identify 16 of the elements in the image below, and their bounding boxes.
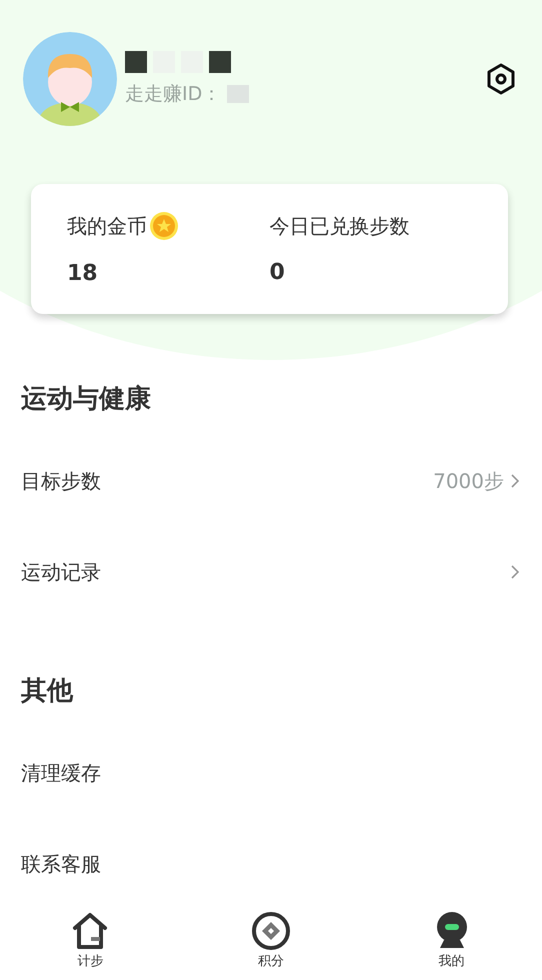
user-id-label: 走走赚ID： <box>125 82 222 107</box>
nav-tab[interactable]: 我的 <box>361 910 542 976</box>
menu-item[interactable]: 运动记录 <box>21 558 101 586</box>
menu-value: 7000步 <box>433 468 504 495</box>
redacted-id <box>227 85 250 103</box>
section-title: 运动与健康 <box>20 382 152 416</box>
menu-item[interactable]: 联系客服 <box>21 851 101 878</box>
nav-tab[interactable]: 计步 <box>0 910 181 976</box>
stat-label: 我的金币 <box>67 212 147 240</box>
menu-item[interactable]: 清理缓存 <box>21 760 101 788</box>
section-title: 其他 <box>20 674 74 708</box>
stat-value: 18 <box>67 261 99 286</box>
nav-tab[interactable]: 积分 <box>180 910 362 976</box>
stat-value: 0 <box>270 260 286 285</box>
menu-item[interactable]: 目标步数 <box>21 468 101 495</box>
stat-label: 今日已兑换步数 <box>270 212 410 240</box>
